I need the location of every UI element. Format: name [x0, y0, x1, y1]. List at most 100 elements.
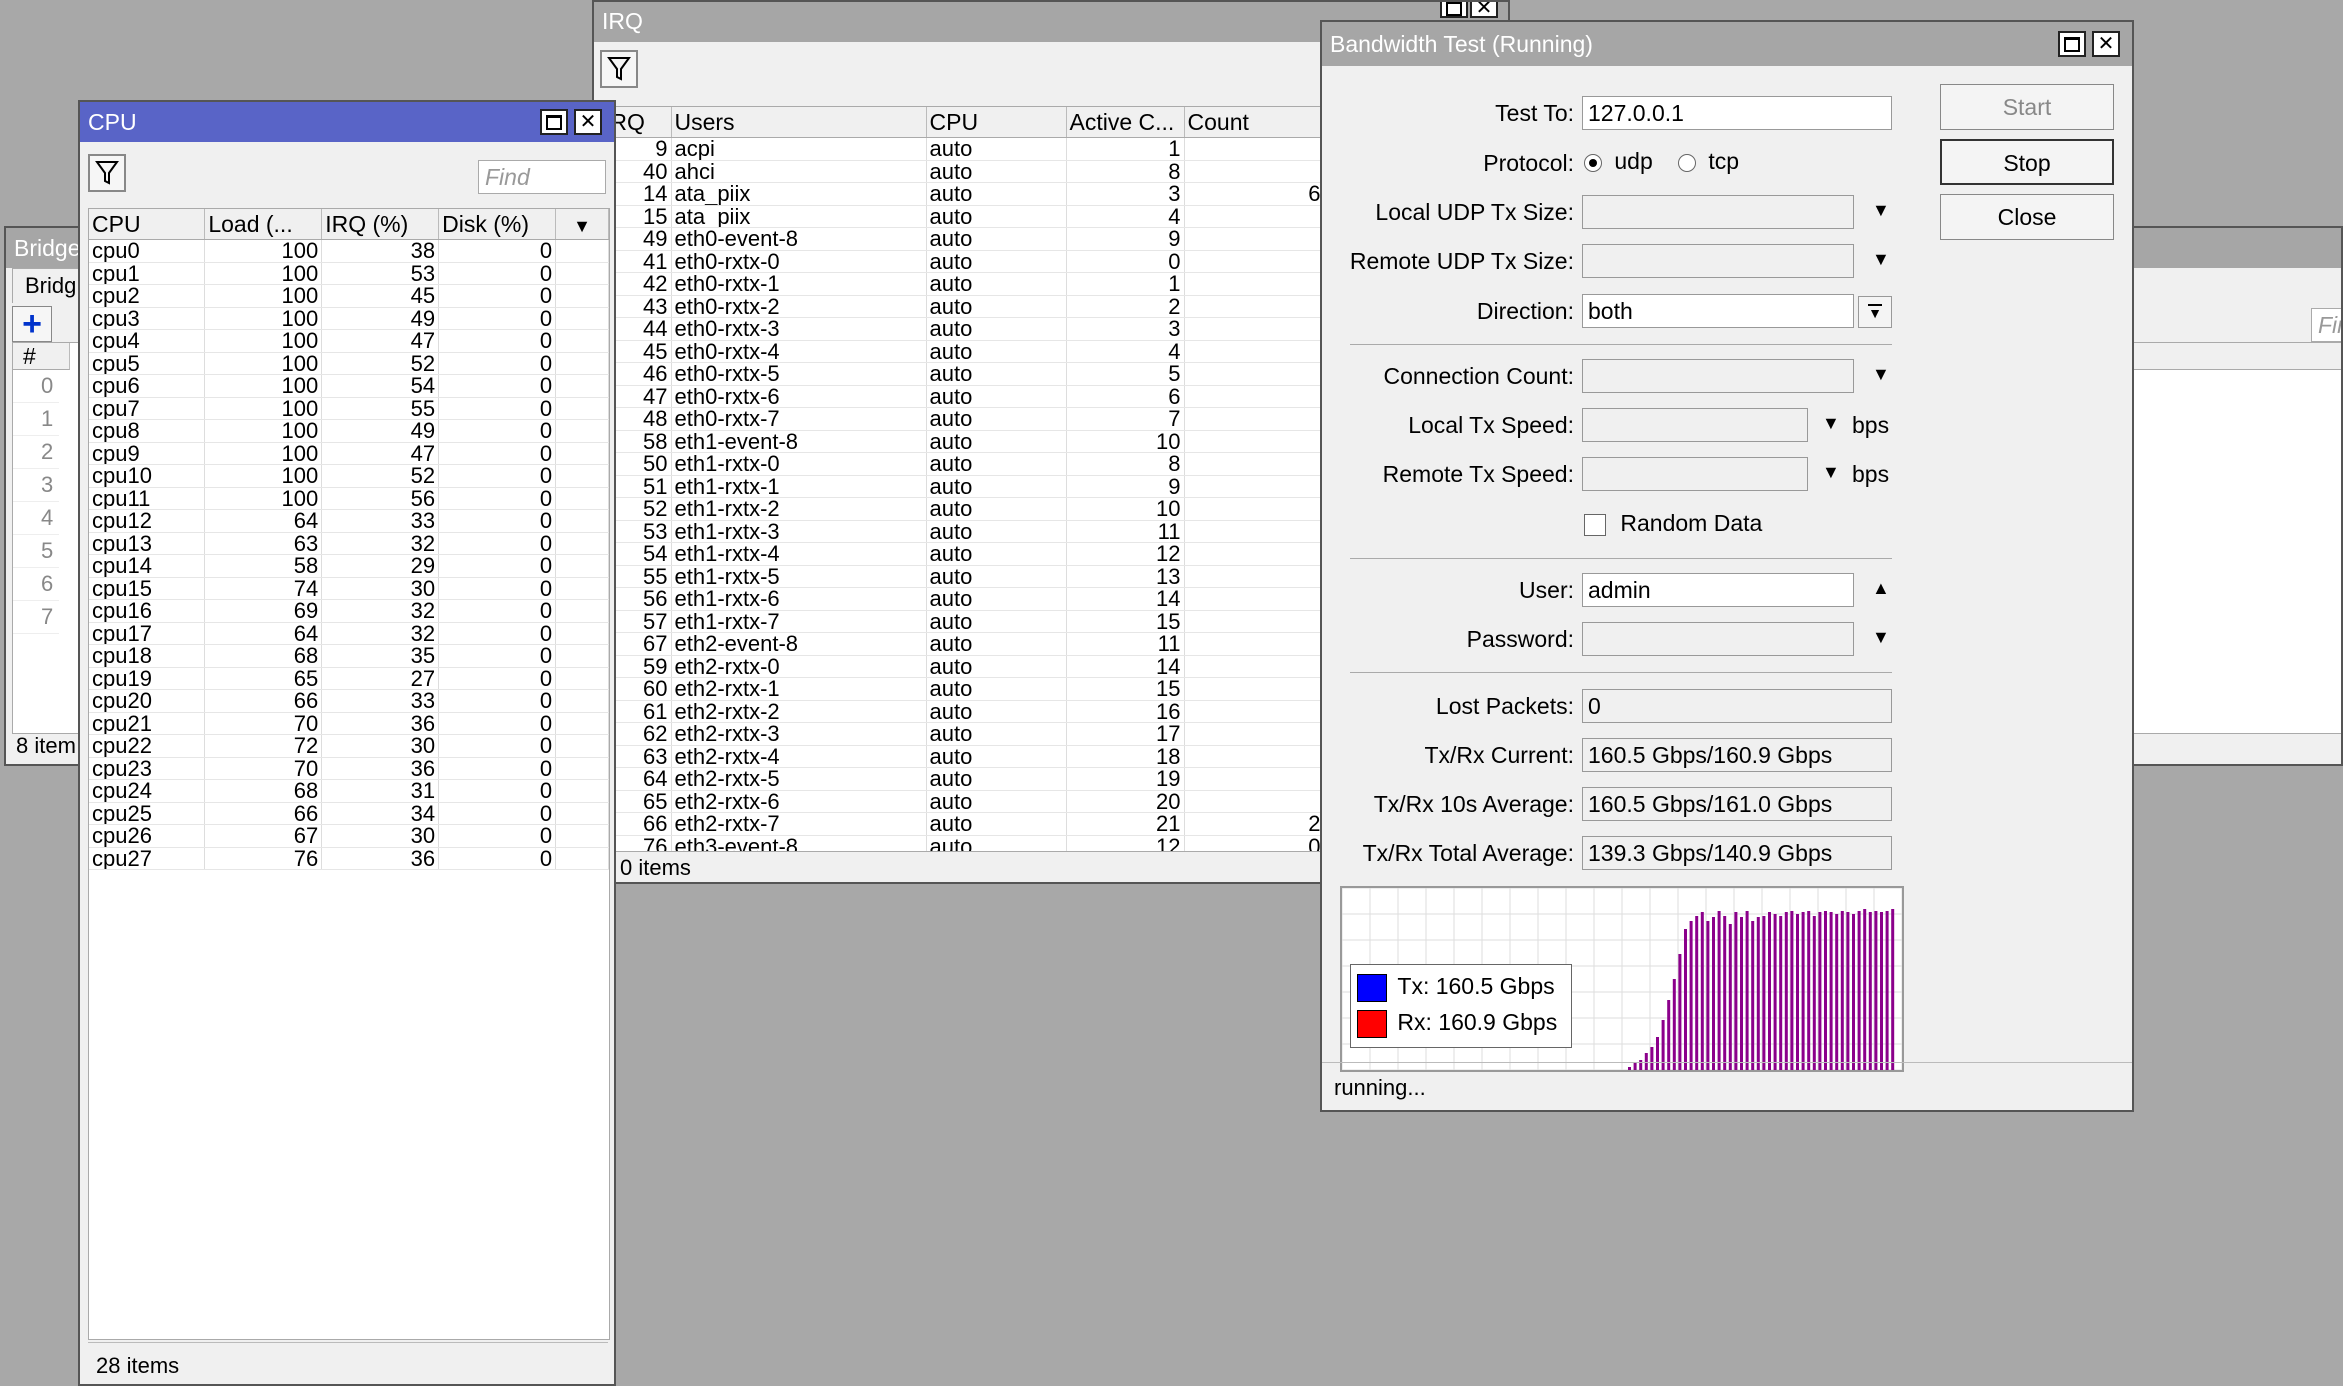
cpu-row[interactable]: cpu13 63 32 0	[89, 532, 609, 555]
cpu-row[interactable]: cpu11 100 56 0	[89, 487, 609, 510]
bridge-row[interactable]: 6	[13, 568, 59, 601]
user-collapse-icon[interactable]: ▲	[1872, 578, 1890, 599]
cpu-window[interactable]: CPU ✕ Find CPU Load (... IRQ (%) Disk (%…	[78, 100, 616, 1386]
protocol-udp-radio[interactable]: udp	[1584, 148, 1653, 175]
irq-row[interactable]: 40 ahci auto 8	[601, 160, 1445, 183]
add-button[interactable]: +	[12, 306, 52, 342]
cpu-row[interactable]: cpu20 66 33 0	[89, 689, 609, 713]
cpu-row[interactable]: cpu3 100 49 0	[89, 307, 609, 330]
irq-row[interactable]: 65 eth2-rxtx-6 auto 20	[601, 790, 1445, 813]
irq-row[interactable]: 48 eth0-rxtx-7 auto 7	[601, 407, 1445, 431]
direction-select[interactable]: both	[1582, 294, 1854, 328]
irq-maximize-button[interactable]	[1440, 2, 1468, 18]
user-input[interactable]: admin	[1582, 573, 1854, 607]
irq-row[interactable]: 57 eth1-rxtx-7 auto 15	[601, 610, 1445, 633]
remote-udp-tx-dropdown-icon[interactable]: ▼	[1872, 249, 1890, 270]
cpu-row[interactable]: cpu15 74 30 0	[89, 577, 609, 600]
cpu-row[interactable]: cpu21 70 36 0	[89, 712, 609, 735]
cpu-row[interactable]: cpu23 70 36 0	[89, 757, 609, 780]
cpu-row[interactable]: cpu14 58 29 0	[89, 554, 609, 578]
cpu-row[interactable]: cpu0 100 38 0	[89, 239, 609, 263]
irq-row[interactable]: 46 eth0-rxtx-5 auto 5	[601, 362, 1445, 386]
stop-button[interactable]: Stop	[1940, 139, 2114, 185]
irq-row[interactable]: 49 eth0-event-8 auto 9	[601, 227, 1445, 251]
cpu-row[interactable]: cpu6 100 54 0	[89, 374, 609, 398]
local-udp-tx-input[interactable]	[1582, 195, 1854, 229]
irq-row[interactable]: 44 eth0-rxtx-3 auto 3	[601, 317, 1445, 341]
irq-row[interactable]: 64 eth2-rxtx-5 auto 19	[601, 767, 1445, 791]
connection-count-input[interactable]	[1582, 359, 1854, 393]
cpu-row[interactable]: cpu25 66 34 0	[89, 802, 609, 825]
cpu-row[interactable]: cpu1 100 53 0	[89, 262, 609, 285]
remote-tx-speed-dropdown-icon[interactable]: ▼	[1822, 462, 1840, 483]
bridge-col-hash[interactable]: #	[13, 343, 70, 370]
cpu-close-button[interactable]: ✕	[574, 109, 602, 135]
cpu-col-disk[interactable]: Disk (%)	[438, 209, 557, 240]
cpu-row[interactable]: cpu26 67 30 0	[89, 824, 609, 848]
bridge-find-input[interactable]: Fin	[2311, 308, 2341, 342]
cpu-row[interactable]: cpu8 100 49 0	[89, 419, 609, 443]
irq-row[interactable]: 47 eth0-rxtx-6 auto 6	[601, 385, 1445, 408]
irq-row[interactable]: 14 ata_piix auto 3 6	[601, 182, 1445, 206]
cpu-row[interactable]: cpu2 100 45 0	[89, 284, 609, 308]
cpu-row[interactable]: cpu10 100 52 0	[89, 464, 609, 488]
irq-col-active-cpu[interactable]: Active C...	[1066, 107, 1185, 138]
cpu-row[interactable]: cpu19 65 27 0	[89, 667, 609, 690]
cpu-row[interactable]: cpu16 69 32 0	[89, 599, 609, 623]
irq-row[interactable]: 45 eth0-rxtx-4 auto 4	[601, 340, 1445, 363]
irq-row[interactable]: 62 eth2-rxtx-3 auto 17	[601, 722, 1445, 746]
bridge-row[interactable]: 3	[13, 469, 59, 502]
test-to-input[interactable]: 127.0.0.1	[1582, 96, 1892, 130]
cpu-row[interactable]: cpu12 64 33 0	[89, 509, 609, 533]
cpu-row[interactable]: cpu24 68 31 0	[89, 779, 609, 803]
irq-row[interactable]: 41 eth0-rxtx-0 auto 0	[601, 250, 1445, 273]
irq-row[interactable]: 76 eth3-event-8 auto 12 0	[601, 835, 1445, 851]
bridge-row[interactable]: 0	[13, 370, 59, 403]
cpu-maximize-button[interactable]	[540, 109, 568, 135]
cpu-col-load[interactable]: Load (...	[204, 209, 323, 240]
irq-filter-button[interactable]	[600, 50, 638, 88]
irq-row[interactable]: 9 acpi auto 1	[601, 137, 1445, 161]
irq-row[interactable]: 53 eth1-rxtx-3 auto 11	[601, 520, 1445, 543]
irq-row[interactable]: 54 eth1-rxtx-4 auto 12	[601, 542, 1445, 566]
irq-row[interactable]: 60 eth2-rxtx-1 auto 15	[601, 677, 1445, 701]
irq-row[interactable]: 61 eth2-rxtx-2 auto 16	[601, 700, 1445, 723]
irq-row[interactable]: 50 eth1-rxtx-0 auto 8	[601, 452, 1445, 476]
irq-row[interactable]: 63 eth2-rxtx-4 auto 18	[601, 745, 1445, 768]
irq-close-button[interactable]: ✕	[1470, 2, 1498, 18]
cpu-row[interactable]: cpu4 100 47 0	[89, 329, 609, 353]
bandwidth-test-window[interactable]: Bandwidth Test (Running) ✕ Test To: 127.…	[1320, 20, 2134, 1112]
protocol-tcp-radio[interactable]: tcp	[1678, 148, 1739, 175]
irq-row[interactable]: 67 eth2-event-8 auto 11	[601, 632, 1445, 656]
irq-row[interactable]: 66 eth2-rxtx-7 auto 21 2	[601, 812, 1445, 836]
random-data-checkbox[interactable]: Random Data	[1584, 510, 1762, 537]
cpu-row[interactable]: cpu27 76 36 0	[89, 847, 609, 870]
bridge-row[interactable]: 4	[13, 502, 59, 535]
bridge-row[interactable]: 5	[13, 535, 59, 568]
start-button[interactable]: Start	[1940, 84, 2114, 130]
remote-tx-speed-input[interactable]	[1582, 457, 1808, 491]
password-input[interactable]	[1582, 622, 1854, 656]
bridge-row[interactable]: 7	[13, 601, 59, 634]
cpu-filter-button[interactable]	[88, 154, 126, 192]
password-dropdown-icon[interactable]: ▼	[1872, 627, 1890, 648]
irq-col-users[interactable]: Users	[671, 107, 927, 138]
close-button[interactable]: Close	[1940, 194, 2114, 240]
local-udp-tx-dropdown-icon[interactable]: ▼	[1872, 200, 1890, 221]
cpu-row[interactable]: cpu18 68 35 0	[89, 644, 609, 668]
bridge-row[interactable]: 1	[13, 403, 59, 436]
cpu-find-input[interactable]: Find	[478, 160, 606, 194]
local-tx-speed-input[interactable]	[1582, 408, 1808, 442]
bridge-tab[interactable]: Bridg	[12, 268, 86, 303]
connection-count-dropdown-icon[interactable]: ▼	[1872, 364, 1890, 385]
irq-col-cpu[interactable]: CPU	[926, 107, 1067, 138]
cpu-row[interactable]: cpu22 72 30 0	[89, 734, 609, 758]
cpu-row[interactable]: cpu7 100 55 0	[89, 397, 609, 420]
irq-row[interactable]: 55 eth1-rxtx-5 auto 13	[601, 565, 1445, 588]
cpu-row[interactable]: cpu17 64 32 0	[89, 622, 609, 645]
cpu-row[interactable]: cpu5 100 52 0	[89, 352, 609, 375]
irq-row[interactable]: 58 eth1-event-8 auto 10	[601, 430, 1445, 453]
local-tx-speed-dropdown-icon[interactable]: ▼	[1822, 413, 1840, 434]
irq-row[interactable]: 52 eth1-rxtx-2 auto 10	[601, 497, 1445, 521]
bridge-row[interactable]: 2	[13, 436, 59, 469]
